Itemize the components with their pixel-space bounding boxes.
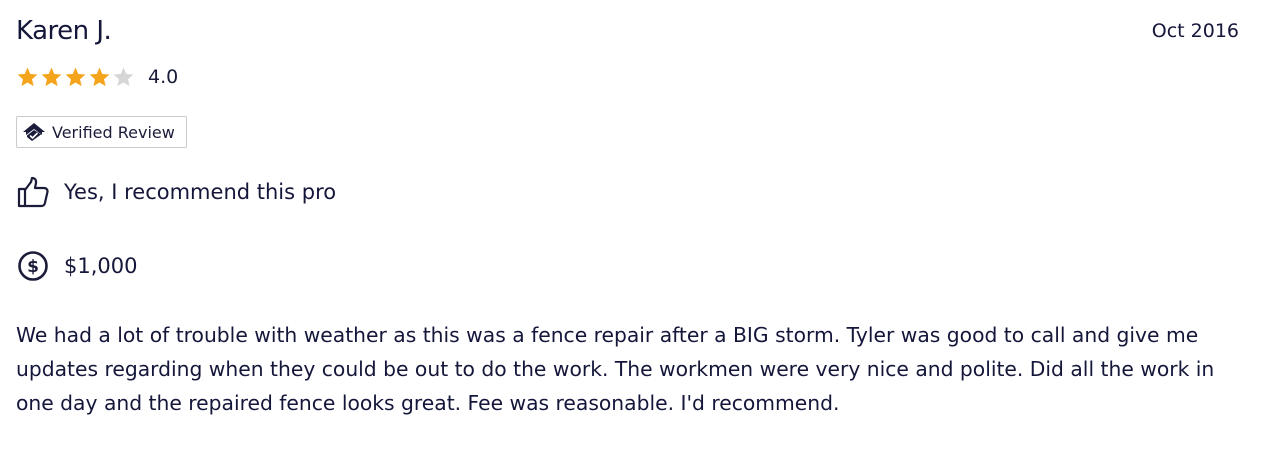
verified-review-badge: Verified Review [16,116,187,148]
review-date: Oct 2016 [1151,20,1239,42]
review-card: Karen J. Oct 2016 4.0 Verified Review Ye… [16,0,1241,466]
verified-house-icon [23,123,45,141]
review-text: We had a lot of trouble with weather as … [16,323,1215,415]
cost-amount: $1,000 [64,254,138,278]
rating-value: 4.0 [148,66,179,88]
star-filled-icon [17,66,38,86]
verified-review-label: Verified Review [52,122,175,142]
dollar-circle-icon: $ [18,251,48,281]
star-filled-icon [41,66,62,86]
star-rating [16,66,135,89]
cost-row: $ $1,000 [16,248,137,284]
star-empty-icon [113,66,134,86]
thumbs-up-icon [17,176,49,208]
rating-row: 4.0 [16,63,178,91]
svg-text:$: $ [27,257,39,277]
star-filled-icon [65,66,86,86]
recommendation-text: Yes, I recommend this pro [64,180,337,204]
star-filled-icon [89,66,110,86]
reviewer-name: Karen J. [16,16,112,46]
recommendation-row: Yes, I recommend this pro [16,174,336,210]
